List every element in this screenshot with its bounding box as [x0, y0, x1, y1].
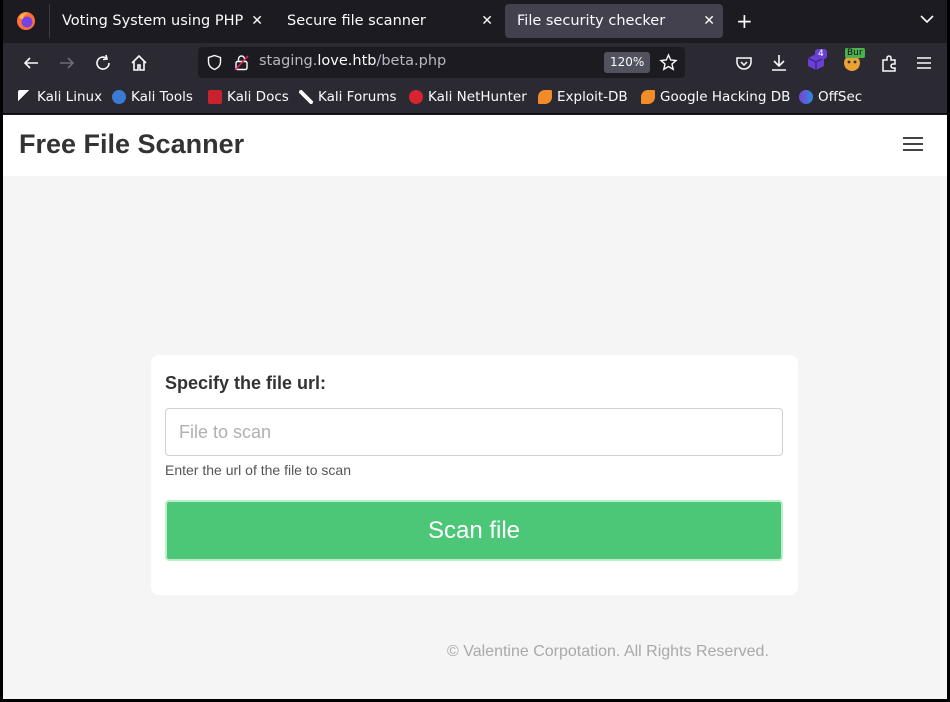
- bookmark-kali-docs[interactable]: Kali Docs: [208, 89, 289, 105]
- bookmark-kali-nethunter[interactable]: Kali NetHunter: [409, 89, 527, 105]
- bookmark-exploit-db[interactable]: Exploit-DB: [538, 89, 628, 105]
- bookmark-offsec[interactable]: OffSec: [799, 89, 862, 105]
- firefox-logo-icon: [17, 12, 35, 30]
- url-prefix: staging.: [259, 53, 318, 69]
- app-menu-icon[interactable]: [913, 52, 935, 74]
- kali-tools-icon: [112, 90, 126, 104]
- bookmark-label: Kali Docs: [227, 89, 289, 105]
- tab-secure-file-scanner[interactable]: Secure file scanner ✕: [275, 4, 501, 38]
- close-tab-icon[interactable]: ✕: [251, 4, 263, 38]
- file-url-help-text: Enter the url of the file to scan: [165, 462, 351, 478]
- insecure-lock-icon[interactable]: [233, 54, 250, 71]
- web-page: Free File Scanner Specify the file url: …: [3, 115, 947, 699]
- kali-docs-icon: [208, 90, 222, 104]
- new-tab-button[interactable]: +: [736, 9, 753, 33]
- bookmark-label: Kali Linux: [37, 89, 103, 105]
- url-host: love.htb: [317, 53, 377, 69]
- bookmark-star-icon[interactable]: [659, 53, 678, 72]
- extension-badge: 4: [815, 49, 827, 59]
- hamburger-menu-icon[interactable]: [903, 137, 923, 152]
- scan-file-button[interactable]: Scan file: [165, 500, 783, 561]
- reload-icon[interactable]: [92, 52, 114, 74]
- url-path: /beta.php: [376, 53, 447, 69]
- url-text[interactable]: staging.love.htb/beta.php: [259, 53, 446, 69]
- bookmark-label: Kali Forums: [318, 89, 397, 105]
- pocket-icon[interactable]: [733, 52, 755, 74]
- bookmark-kali-forums[interactable]: Kali Forums: [299, 89, 397, 105]
- file-url-input[interactable]: [165, 408, 783, 456]
- extension-foxyproxy-button[interactable]: 4: [805, 49, 829, 75]
- tab-label: File security checker: [517, 13, 666, 29]
- ghdb-icon: [641, 90, 655, 104]
- nethunter-icon: [409, 90, 423, 104]
- site-header: Free File Scanner: [3, 115, 947, 176]
- close-tab-icon[interactable]: ✕: [703, 4, 715, 38]
- bookmark-label: OffSec: [818, 89, 863, 105]
- downloads-icon[interactable]: [768, 52, 790, 74]
- tab-strip: Voting System using PHP ✕ Secure file sc…: [3, 0, 947, 43]
- forward-arrow-icon[interactable]: [56, 52, 78, 74]
- home-icon[interactable]: [128, 52, 150, 74]
- browser-window: Voting System using PHP ✕ Secure file sc…: [0, 0, 950, 702]
- footer-copyright: © Valentine Corpotation. All Rights Rese…: [447, 643, 769, 660]
- bookmark-label: Kali NetHunter: [428, 89, 527, 105]
- list-all-tabs-icon[interactable]: [919, 11, 935, 27]
- close-tab-icon[interactable]: ✕: [481, 4, 493, 38]
- exploit-db-icon: [538, 90, 552, 104]
- tab-file-security-checker[interactable]: File security checker ✕: [505, 4, 723, 38]
- bookmark-label: Kali Tools: [131, 89, 193, 105]
- navigation-toolbar: staging.love.htb/beta.php 120% 4 Bur: [3, 43, 947, 83]
- bookmark-kali-linux[interactable]: Kali Linux: [18, 89, 102, 105]
- bookmark-google-hacking-db[interactable]: Google Hacking DB: [641, 89, 790, 105]
- shield-icon[interactable]: [206, 54, 223, 71]
- offsec-icon: [799, 90, 813, 104]
- tab-label: Secure file scanner: [287, 13, 426, 29]
- bookmark-label: Google Hacking DB: [660, 89, 791, 105]
- bookmarks-toolbar: Kali Linux Kali Tools Kali Docs Kali For…: [3, 83, 947, 114]
- kali-forums-icon: [299, 90, 313, 104]
- tab-label: Voting System using PHP: [62, 13, 244, 29]
- url-bar[interactable]: staging.love.htb/beta.php 120%: [198, 47, 685, 78]
- burp-extension-button[interactable]: Bur: [841, 48, 865, 74]
- bookmark-kali-tools[interactable]: Kali Tools: [112, 89, 193, 105]
- kali-dragon-icon: [18, 90, 32, 104]
- bookmark-label: Exploit-DB: [557, 89, 628, 105]
- zoom-level-button[interactable]: 120%: [604, 52, 651, 73]
- extensions-puzzle-icon[interactable]: [878, 52, 900, 74]
- back-arrow-icon[interactable]: [20, 52, 42, 74]
- site-brand[interactable]: Free File Scanner: [19, 129, 244, 160]
- scan-form-card: Specify the file url: Enter the url of t…: [151, 355, 798, 595]
- tab-voting-system[interactable]: Voting System using PHP ✕: [49, 4, 271, 38]
- file-url-label: Specify the file url:: [165, 373, 327, 393]
- burp-badge: Bur: [845, 48, 865, 58]
